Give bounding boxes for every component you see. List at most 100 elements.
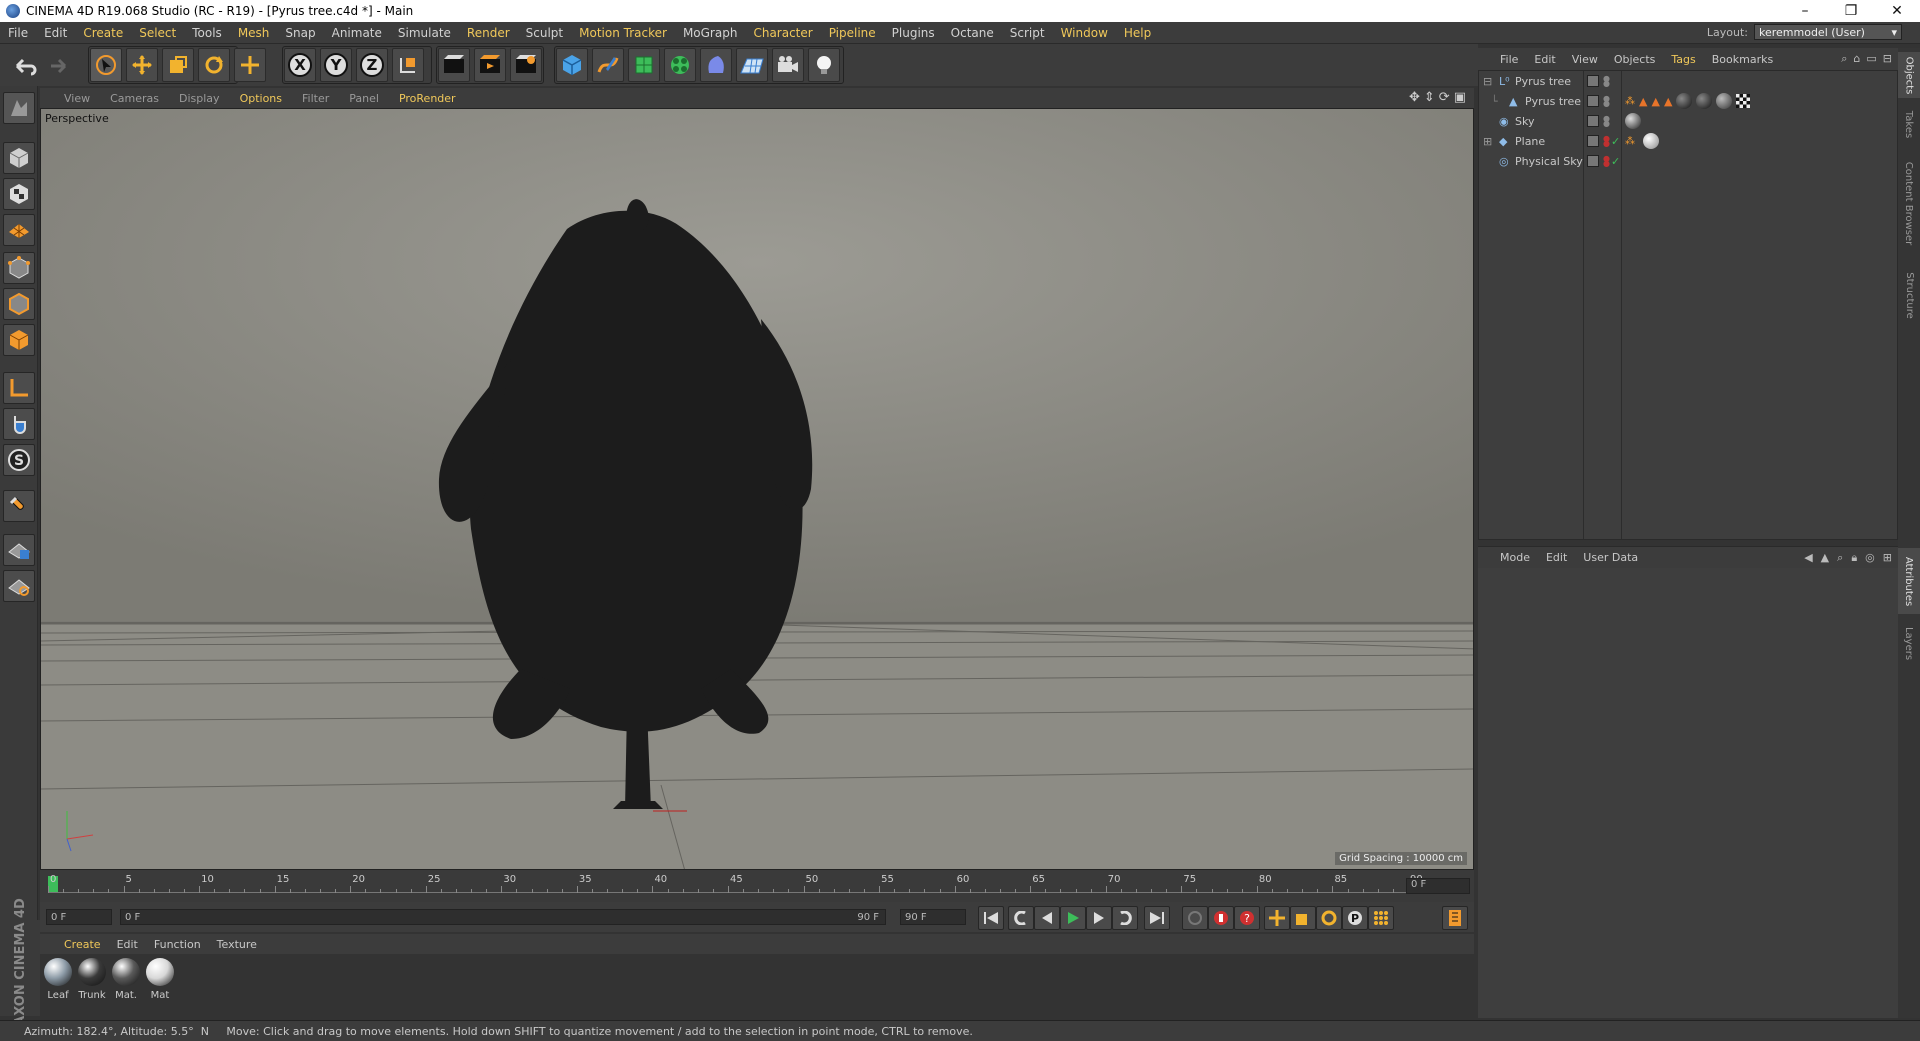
timeline-window-icon[interactable] (1442, 906, 1468, 930)
tab-content-browser[interactable]: Content Browser (1898, 148, 1920, 258)
material-menu-function[interactable]: Function (146, 938, 209, 951)
close-button[interactable]: ✕ (1874, 0, 1920, 22)
frame-ruler[interactable]: 051015202530354045505560657075808590 (48, 874, 1423, 898)
object-menu-objects[interactable]: Objects (1606, 53, 1664, 66)
end-frame-field[interactable]: 90 F (900, 909, 966, 925)
material-swatch[interactable]: Leaf (42, 958, 74, 1001)
current-frame-field[interactable]: 0 F (1406, 878, 1470, 894)
key-scale-icon[interactable] (1290, 906, 1316, 930)
visibility-dots-icon[interactable]: ● ● (1603, 115, 1610, 128)
menu-simulate[interactable]: Simulate (390, 26, 459, 40)
visibility-dots-icon[interactable]: ● ● (1603, 155, 1610, 168)
select-tool-icon[interactable] (90, 48, 122, 82)
selection-tag-icon[interactable]: ▲ (1664, 95, 1672, 108)
toggle-views-icon[interactable]: ▣ (1454, 90, 1466, 105)
menu-render[interactable]: Render (459, 26, 518, 40)
object-menu-bookmarks[interactable]: Bookmarks (1704, 53, 1781, 66)
key-point-level-icon[interactable] (1368, 906, 1394, 930)
menu-help[interactable]: Help (1116, 26, 1159, 40)
layout-dropdown[interactable]: keremmodel (User) ▾ (1754, 24, 1902, 40)
render-to-picture-viewer-icon[interactable] (474, 48, 506, 82)
go-to-start-icon[interactable] (978, 906, 1004, 930)
material-menu-texture[interactable]: Texture (209, 938, 265, 951)
object-row-pyrus-tree-group[interactable]: ⊟ L⁰ Pyrus tree ● ● (1479, 71, 1897, 91)
y-axis-lock-button[interactable]: Y (320, 48, 352, 82)
menu-sculpt[interactable]: Sculpt (518, 26, 571, 40)
tweak-mode-icon[interactable] (3, 408, 35, 440)
search-icon[interactable]: ⌕ (1837, 551, 1843, 565)
object-row-plane[interactable]: ⊞ ◆ Plane ● ● ✓ ⁂ (1479, 131, 1897, 151)
menu-create[interactable]: Create (75, 26, 131, 40)
solo-mode-icon[interactable]: S (3, 444, 35, 476)
expand-icon[interactable]: ⊞ (1483, 135, 1492, 148)
layer-icon[interactable] (1587, 135, 1599, 147)
menu-select[interactable]: Select (131, 26, 184, 40)
record-keys-icon[interactable] (1182, 906, 1208, 930)
selection-tag-icon[interactable]: ▲ (1639, 95, 1647, 108)
edges-mode-icon[interactable] (3, 288, 35, 320)
camera-icon[interactable] (772, 48, 804, 82)
model-mode-icon[interactable] (3, 142, 35, 174)
snap-magnet-icon[interactable] (3, 490, 35, 522)
menu-plugins[interactable]: Plugins (884, 26, 943, 40)
pan-icon[interactable]: ✥ (1409, 90, 1420, 105)
menu-edit[interactable]: Edit (36, 26, 75, 40)
start-frame-field[interactable]: 0 F (46, 909, 112, 925)
frame-range-slider[interactable]: 0 F 90 F (120, 909, 886, 925)
texture-tag-icon[interactable] (1716, 93, 1733, 109)
lock-icon[interactable]: 🔒︎ (1851, 551, 1857, 565)
object-row-sky[interactable]: ◉ Sky ● ● (1479, 111, 1897, 131)
cloner-icon[interactable] (664, 48, 696, 82)
menu-tools[interactable]: Tools (184, 26, 230, 40)
enabled-check-icon[interactable]: ✓ (1611, 135, 1620, 148)
pin-icon[interactable]: ⊟ (1883, 52, 1892, 66)
play-forward-icon[interactable] (1060, 906, 1086, 930)
floor-icon[interactable] (736, 48, 768, 82)
menu-file[interactable]: File (0, 26, 36, 40)
menu-script[interactable]: Script (1002, 26, 1053, 40)
key-rotation-icon[interactable] (1316, 906, 1342, 930)
rotate-tool-icon[interactable] (198, 48, 230, 82)
pen-spline-icon[interactable] (592, 48, 624, 82)
material-swatch[interactable]: Trunk (76, 958, 108, 1001)
viewport-menu-options[interactable]: Options (230, 92, 292, 105)
move-tool-icon[interactable] (126, 48, 158, 82)
key-parameter-icon[interactable]: P (1342, 906, 1368, 930)
tab-attributes[interactable]: Attributes (1898, 548, 1920, 614)
viewport-menu-view[interactable]: View (40, 92, 100, 105)
workplane-mode-icon[interactable] (3, 214, 35, 246)
phong-tag-icon[interactable]: ⁂ (1625, 136, 1635, 147)
next-frame-icon[interactable] (1086, 906, 1112, 930)
deformer-icon[interactable] (700, 48, 732, 82)
subdivision-surface-icon[interactable] (628, 48, 660, 82)
menu-window[interactable]: Window (1053, 26, 1116, 40)
menu-character[interactable]: Character (745, 26, 820, 40)
axis-mode-icon[interactable] (3, 372, 35, 404)
perspective-viewport[interactable]: Perspective Grid Spacing : 10000 cm (40, 108, 1474, 870)
attribute-menu-edit[interactable]: Edit (1538, 551, 1575, 564)
render-view-icon[interactable] (438, 48, 470, 82)
autokeying-icon[interactable] (1208, 906, 1234, 930)
material-swatch[interactable]: Mat. (110, 958, 142, 1001)
menu-animate[interactable]: Animate (324, 26, 390, 40)
z-axis-lock-button[interactable]: Z (356, 48, 388, 82)
viewport-menu-cameras[interactable]: Cameras (100, 92, 169, 105)
material-menu-edit[interactable]: Edit (109, 938, 146, 951)
attribute-menu-user-data[interactable]: User Data (1575, 551, 1646, 564)
menu-motion-tracker[interactable]: Motion Tracker (571, 26, 675, 40)
viewport-menu-display[interactable]: Display (169, 92, 230, 105)
menu-snap[interactable]: Snap (277, 26, 323, 40)
uvw-tag-icon[interactable] (1736, 94, 1751, 108)
texture-tag-icon[interactable] (1696, 93, 1713, 109)
make-editable-icon[interactable] (3, 92, 35, 124)
orbit-icon[interactable]: ⟳ (1439, 90, 1450, 105)
previous-frame-icon[interactable] (1034, 906, 1060, 930)
scale-tool-icon[interactable] (162, 48, 194, 82)
material-menu-create[interactable]: Create (40, 938, 109, 951)
grid-lock-icon[interactable] (3, 534, 35, 566)
key-position-icon[interactable] (1264, 906, 1290, 930)
viewport-menu-filter[interactable]: Filter (292, 92, 339, 105)
keyframe-selection-icon[interactable]: ? (1234, 906, 1260, 930)
material-swatch[interactable]: Mat (144, 958, 176, 1001)
tab-takes[interactable]: Takes (1898, 104, 1920, 144)
